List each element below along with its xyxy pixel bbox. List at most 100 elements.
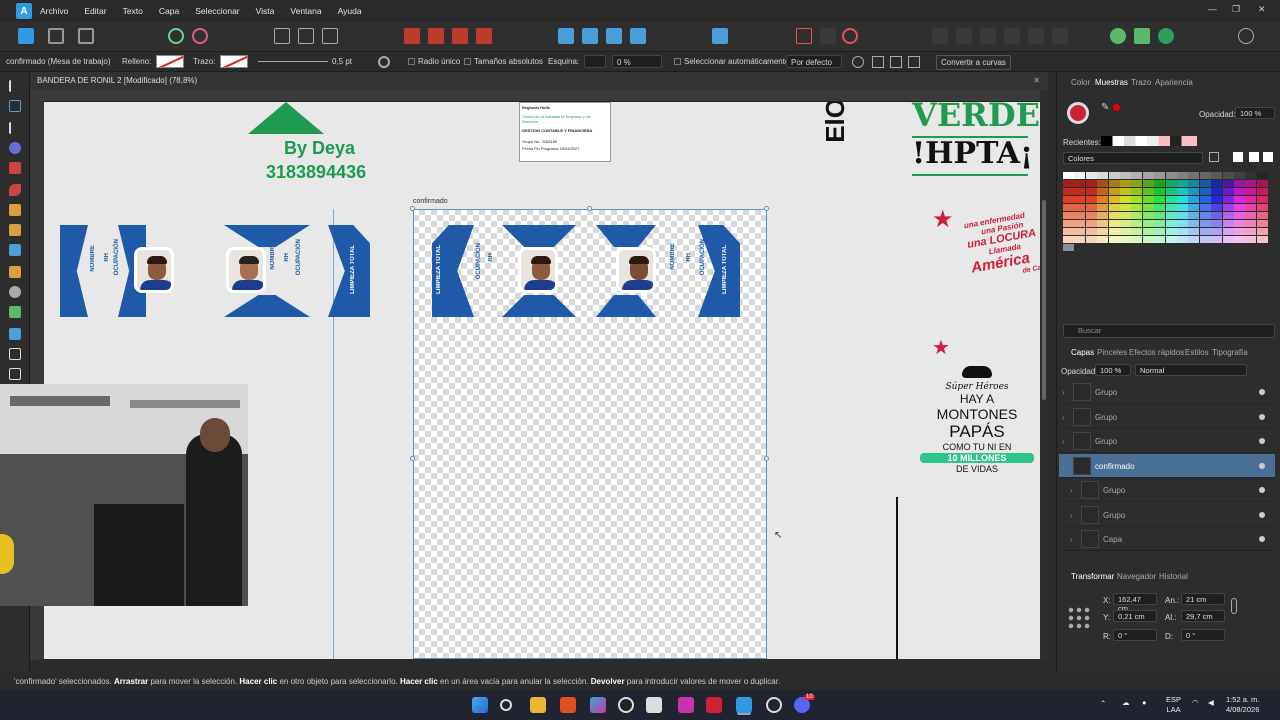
auto-select-dropdown[interactable]: Por defecto	[786, 55, 842, 68]
arrange-back-icon[interactable]	[404, 28, 420, 44]
layer-row[interactable]: › Grupo	[1059, 380, 1275, 404]
chatgpt-icon[interactable]	[766, 697, 782, 713]
assistant-icon[interactable]	[1110, 28, 1126, 44]
palette-swatch[interactable]	[1256, 204, 1268, 211]
minimize-icon[interactable]: —	[1208, 4, 1217, 14]
palette-swatch[interactable]	[1131, 172, 1143, 179]
stroke-swatch[interactable]	[220, 55, 248, 68]
palette-swatch[interactable]	[1074, 204, 1086, 211]
palette-swatch[interactable]	[1234, 172, 1245, 179]
palette-swatch[interactable]	[1188, 236, 1200, 243]
palette-swatch[interactable]	[1245, 212, 1257, 219]
palette-swatch[interactable]	[1222, 220, 1234, 227]
palette-swatch[interactable]	[1177, 236, 1188, 243]
palette-swatch[interactable]	[1154, 204, 1166, 211]
x-field[interactable]: 162,47 cm	[1113, 593, 1157, 613]
tab-pinceles[interactable]: Pinceles	[1097, 348, 1127, 357]
fill-stroke-icon[interactable]	[1067, 102, 1089, 124]
menu-seleccionar[interactable]: Seleccionar	[195, 6, 239, 16]
palette-swatch[interactable]	[1085, 188, 1097, 195]
align-handles-icon[interactable]	[890, 56, 902, 68]
palette-swatch[interactable]	[1120, 180, 1131, 187]
layer-row[interactable]: › confirmado	[1059, 453, 1275, 478]
stroke-width[interactable]: 0,5 pt	[332, 57, 352, 66]
affinity-photo-icon[interactable]	[678, 697, 694, 713]
layer-expand-icon[interactable]: ›	[1070, 535, 1073, 544]
palette-swatch[interactable]	[1211, 212, 1223, 219]
palette-swatch[interactable]	[1074, 196, 1086, 203]
palette-swatch[interactable]	[1131, 204, 1143, 211]
palette-swatch[interactable]	[1245, 204, 1257, 211]
recent-swatches[interactable]	[1101, 136, 1197, 146]
layer-visibility-icon[interactable]	[1259, 438, 1265, 444]
palette-swatch[interactable]	[1256, 212, 1268, 219]
handle-tr[interactable]	[764, 206, 769, 211]
palette-swatch[interactable]	[1211, 196, 1223, 203]
grid-icon[interactable]	[908, 56, 920, 68]
palette-swatch[interactable]	[1108, 228, 1120, 235]
radio-unico-checkbox[interactable]	[408, 58, 415, 65]
tab-transformar[interactable]: Transformar	[1071, 572, 1114, 581]
palette-swatch[interactable]	[1154, 228, 1166, 235]
close-icon[interactable]: ✕	[1258, 4, 1266, 15]
transform-origin-icon[interactable]	[852, 56, 864, 68]
corner-type-dropdown[interactable]	[584, 55, 606, 68]
palette-swatch[interactable]	[1234, 220, 1245, 227]
palette-swatch[interactable]	[1142, 212, 1154, 219]
bbox-icon[interactable]	[872, 56, 884, 68]
palette-swatch[interactable]	[1177, 204, 1188, 211]
palette-swatch[interactable]	[1085, 204, 1097, 211]
palette-swatch[interactable]	[1256, 172, 1268, 179]
blend-mode-dropdown[interactable]: Normal	[1135, 364, 1247, 376]
palette-swatch[interactable]	[1188, 212, 1200, 219]
palette-swatch[interactable]	[1222, 196, 1234, 203]
palette-swatch[interactable]	[1142, 196, 1154, 203]
palette-swatch[interactable]	[1199, 188, 1211, 195]
place-image-icon[interactable]	[9, 328, 21, 340]
palette-swatch[interactable]	[1199, 172, 1211, 179]
palette-swatch[interactable]	[1063, 180, 1074, 187]
geometry-2-icon[interactable]	[956, 28, 972, 44]
palette-swatch[interactable]	[1085, 180, 1097, 187]
tamanos-checkbox[interactable]	[464, 58, 471, 65]
palette-swatch[interactable]	[1063, 172, 1074, 179]
rectangle-tool-icon[interactable]	[9, 368, 21, 380]
palette-swatch[interactable]	[1199, 212, 1211, 219]
white-swatch[interactable]	[1249, 152, 1259, 162]
brave-icon[interactable]	[560, 697, 576, 713]
palette-swatch[interactable]	[1199, 236, 1211, 243]
palette-swatch[interactable]	[1074, 220, 1086, 227]
auto-select-checkbox[interactable]	[674, 58, 681, 65]
move-tool-icon[interactable]	[9, 80, 21, 92]
palette-swatch[interactable]	[1085, 212, 1097, 219]
palette-swatch[interactable]	[1085, 236, 1097, 243]
palette-swatch[interactable]	[1108, 188, 1120, 195]
app-window-icon[interactable]	[646, 697, 662, 713]
palette-swatch[interactable]	[1199, 220, 1211, 227]
palette-swatch[interactable]	[1063, 236, 1074, 243]
mic-icon[interactable]: ●	[1142, 698, 1147, 707]
palette-swatch[interactable]	[1234, 180, 1245, 187]
palette-swatch[interactable]	[1256, 236, 1268, 243]
studio-icon[interactable]	[1158, 28, 1174, 44]
palette-swatch[interactable]	[1108, 172, 1120, 179]
layer-expand-icon[interactable]: ›	[1062, 437, 1065, 446]
menu-vista[interactable]: Vista	[256, 6, 275, 16]
maximize-icon[interactable]: ❐	[1232, 4, 1240, 15]
palette-swatch[interactable]	[1131, 236, 1143, 243]
rotate-right-icon[interactable]	[630, 28, 646, 44]
document-tab[interactable]: BANDERA DE RONIL 2 [Modificado] (78,8%) …	[30, 72, 1048, 90]
contour-tool-icon[interactable]	[9, 142, 21, 154]
clock[interactable]: 1:52 a. m. 4/08/2026	[1226, 695, 1259, 715]
arrange-front-icon[interactable]	[476, 28, 492, 44]
tab-trazo[interactable]: Trazo	[1131, 78, 1151, 87]
palette-swatch[interactable]	[1120, 236, 1131, 243]
tab-efectos[interactable]: Efectos rápidos	[1129, 348, 1184, 357]
gradient-tool-icon[interactable]	[9, 266, 21, 278]
palette-swatch[interactable]	[1165, 228, 1177, 235]
fill-swatch[interactable]	[156, 55, 184, 68]
palette-swatch[interactable]	[1165, 180, 1177, 187]
export-persona-icon[interactable]	[78, 28, 94, 44]
anchor-grid-icon[interactable]	[1067, 606, 1091, 630]
search-icon[interactable]	[500, 699, 512, 711]
